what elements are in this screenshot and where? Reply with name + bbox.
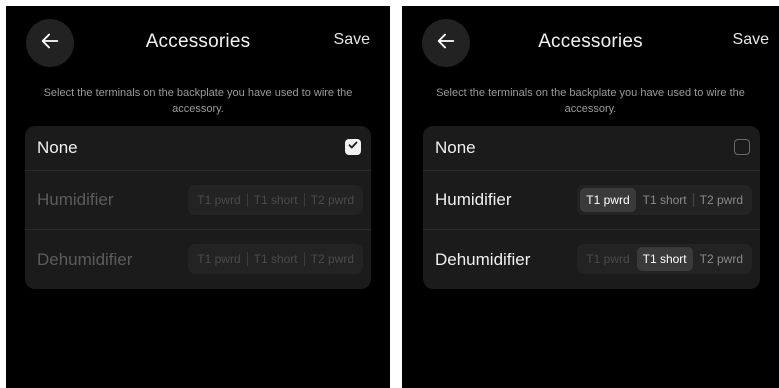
segment-t2-pwrd[interactable]: T2 pwrd (694, 247, 749, 271)
segment-t1-short[interactable]: T1 short (248, 247, 304, 271)
save-button[interactable]: Save (733, 31, 769, 49)
accessories-card: None Humidifier T1 pwrd T1 short T2 pwrd… (25, 126, 371, 289)
segment-t1-pwrd[interactable]: T1 pwrd (191, 247, 246, 271)
terminal-selector-dehumidifier: T1 pwrd T1 short T2 pwrd (188, 244, 363, 274)
header: Accessories Save (6, 19, 390, 71)
save-button[interactable]: Save (334, 31, 370, 49)
accessories-screen-left: Accessories Save Select the terminals on… (6, 6, 390, 388)
segment-t1-short[interactable]: T1 short (636, 247, 693, 271)
terminal-selector-humidifier: T1 pwrd T1 short T2 pwrd (577, 185, 752, 215)
option-label: None (37, 138, 78, 157)
header: Accessories Save (402, 19, 779, 71)
option-label: Humidifier (37, 190, 114, 209)
option-label: None (435, 138, 476, 157)
instructions-text: Select the terminals on the backplate yo… (436, 87, 745, 115)
option-label: Dehumidifier (37, 249, 133, 269)
segment-t1-short[interactable]: T1 short (637, 188, 693, 212)
accessories-card: None Humidifier T1 pwrd T1 short T2 pwrd… (423, 126, 760, 289)
option-row-none[interactable]: None (423, 126, 760, 170)
option-row-humidifier: Humidifier T1 pwrd T1 short T2 pwrd (423, 171, 760, 229)
segment-t2-pwrd[interactable]: T2 pwrd (305, 188, 360, 212)
segment-t1-pwrd[interactable]: T1 pwrd (580, 247, 635, 271)
option-row-dehumidifier: Dehumidifier T1 pwrd T1 short T2 pwrd (25, 230, 371, 289)
option-row-humidifier: Humidifier T1 pwrd T1 short T2 pwrd (25, 171, 371, 229)
segment-t2-pwrd[interactable]: T2 pwrd (694, 188, 749, 212)
checkmark-icon (347, 138, 359, 156)
option-label: Dehumidifier (435, 249, 531, 269)
option-row-dehumidifier: Dehumidifier T1 pwrd T1 short T2 pwrd (423, 230, 760, 289)
page-title: Accessories (145, 31, 251, 52)
segment-t1-pwrd[interactable]: T1 pwrd (191, 188, 246, 212)
none-checkbox[interactable] (345, 139, 361, 155)
terminal-selector-humidifier: T1 pwrd T1 short T2 pwrd (188, 185, 363, 215)
option-row-none[interactable]: None (25, 126, 371, 170)
accessories-screen-right: Accessories Save Select the terminals on… (402, 6, 779, 388)
terminal-selector-dehumidifier: T1 pwrd T1 short T2 pwrd (577, 244, 752, 274)
segment-t1-pwrd[interactable]: T1 pwrd (580, 188, 636, 212)
segment-t1-short[interactable]: T1 short (248, 188, 304, 212)
page-title: Accessories (538, 31, 643, 52)
none-checkbox[interactable] (734, 139, 750, 155)
instructions-text: Select the terminals on the backplate yo… (43, 87, 353, 115)
option-label: Humidifier (435, 190, 512, 209)
segment-t2-pwrd[interactable]: T2 pwrd (305, 247, 360, 271)
